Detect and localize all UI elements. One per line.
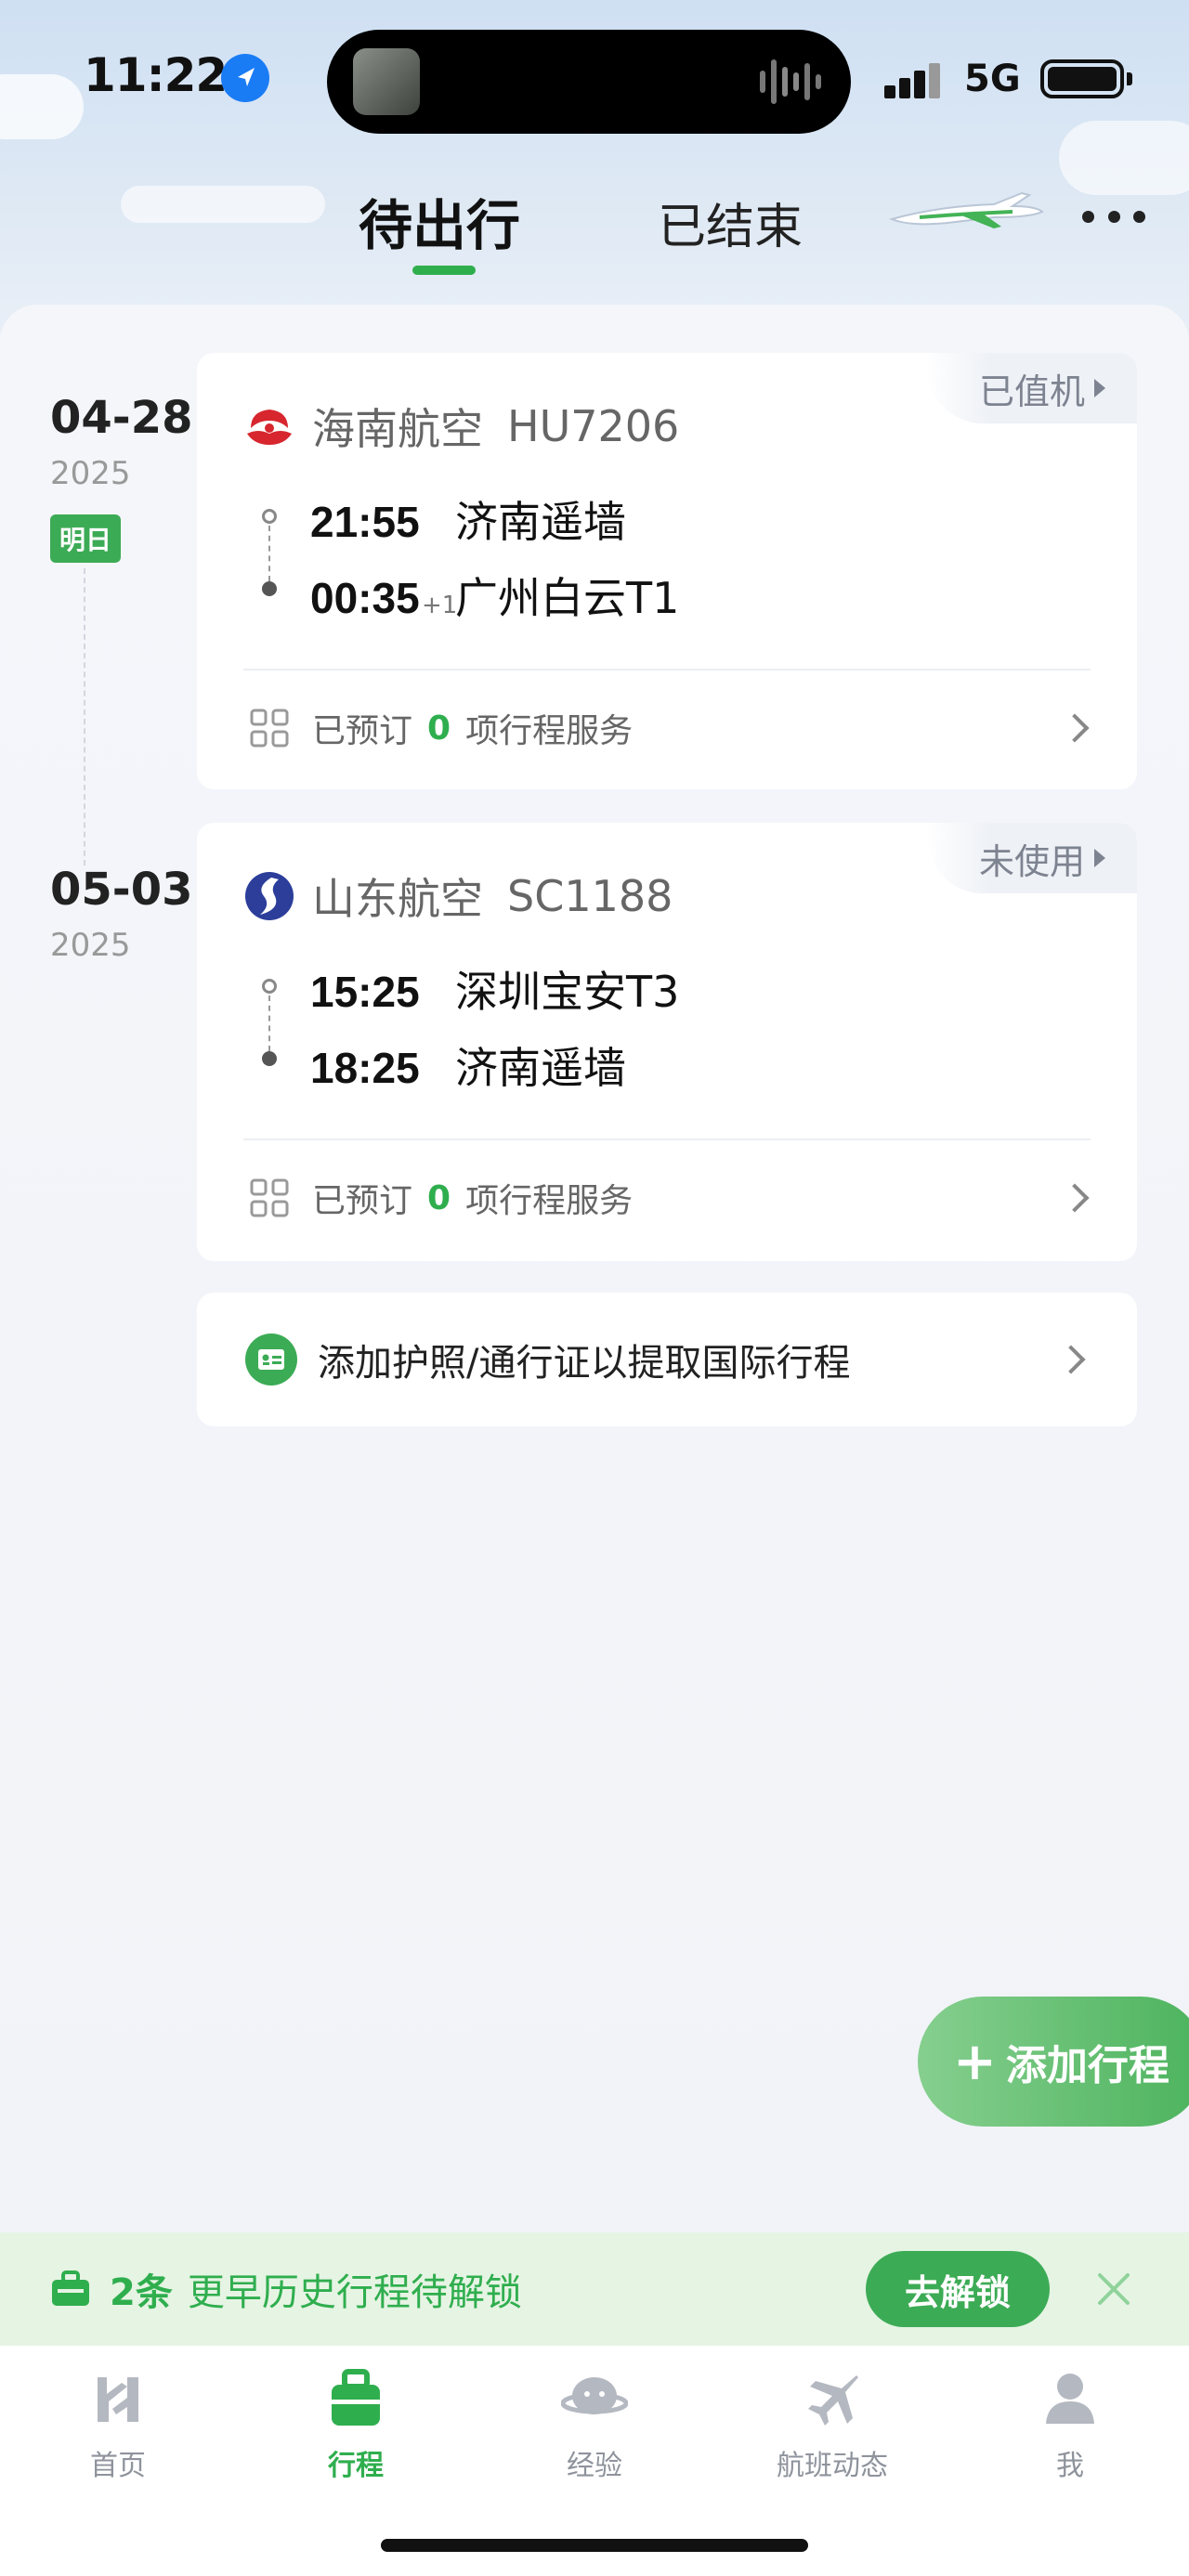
grid-icon — [250, 709, 289, 748]
trip-services-row[interactable]: 已预订 0 项行程服务 — [249, 704, 1090, 752]
signal-icon — [884, 63, 940, 98]
id-card-icon — [245, 1334, 297, 1386]
unlock-button[interactable]: 去解锁 — [866, 2251, 1050, 2327]
airline-row: 山东航空 SC1188 — [243, 865, 673, 927]
airplane-icon — [808, 2375, 858, 2426]
audio-wave-icon — [760, 59, 821, 104]
chevron-right-icon — [1060, 713, 1090, 743]
caret-right-icon — [1094, 849, 1105, 867]
add-passport-card[interactable]: 添加护照/通行证以提取国际行程 — [197, 1293, 1137, 1426]
route-connector — [260, 509, 279, 602]
unlock-text: 更早历史行程待解锁 — [187, 2271, 522, 2314]
grid-icon — [250, 1178, 289, 1217]
airline-name: 海南航空 — [312, 404, 483, 454]
tab-upcoming[interactable]: 待出行 — [359, 182, 520, 260]
usage-status-badge[interactable]: 未使用 — [926, 823, 1137, 893]
nav-home[interactable]: 首页 — [25, 2366, 211, 2483]
chat-bubble-icon — [561, 2377, 628, 2414]
cloud-decoration — [1059, 121, 1189, 195]
unlock-count: 2条 — [110, 2271, 173, 2314]
trip-services-row[interactable]: 已预订 0 项行程服务 — [249, 1174, 1090, 1222]
departure-leg: 21:55 济南遥墙 — [310, 488, 626, 550]
chevron-right-icon — [1060, 1183, 1090, 1213]
flight-number: SC1188 — [507, 871, 673, 921]
services-count: 0 — [427, 709, 451, 748]
dynamic-island[interactable] — [327, 30, 851, 134]
trip-card[interactable]: 已值机 海南航空 HU7206 21:55 济南遥墙 00:35 +1 广州白云… — [197, 353, 1137, 789]
hainan-airlines-logo-icon — [247, 410, 292, 445]
network-type: 5G — [964, 58, 1021, 100]
status-time: 11:22 — [84, 48, 228, 102]
close-icon[interactable] — [1094, 2270, 1133, 2309]
nav-label: 我 — [1056, 2450, 1084, 2482]
nav-experience[interactable]: 经验 — [502, 2366, 687, 2483]
timeline-line — [84, 568, 85, 865]
cloud-decoration — [121, 186, 325, 223]
nav-label: 行程 — [328, 2450, 384, 2482]
services-count: 0 — [427, 1178, 451, 1217]
departure-airport: 深圳宝安T3 — [455, 967, 680, 1017]
add-trip-button[interactable]: + 添加行程 — [918, 1997, 1189, 2127]
more-menu-button[interactable] — [1082, 202, 1145, 230]
arrival-time: 18:25 — [310, 1044, 420, 1092]
arrival-airport: 广州白云T1 — [455, 573, 680, 623]
tab-ended[interactable]: 已结束 — [658, 188, 803, 257]
airline-row: 海南航空 HU7206 — [243, 396, 679, 457]
arrival-leg: 18:25 济南遥墙 — [310, 1034, 626, 1096]
departure-time: 21:55 — [310, 498, 420, 546]
nav-flight-status[interactable]: 航班动态 — [739, 2366, 925, 2483]
card-divider — [243, 1138, 1091, 1140]
battery-cap — [1127, 72, 1132, 85]
unlock-history-banner: 2条 更早历史行程待解锁 去解锁 — [0, 2232, 1189, 2346]
chevron-right-icon — [1056, 1345, 1086, 1374]
location-arrow-icon — [221, 54, 269, 102]
battery-icon — [1040, 59, 1124, 98]
departure-airport: 济南遥墙 — [455, 497, 626, 547]
route-connector — [260, 979, 279, 1072]
trip-year: 2025 — [50, 455, 131, 492]
airline-name: 山东航空 — [312, 874, 483, 924]
services-prefix: 已预订 — [312, 1182, 413, 1220]
home-icon — [98, 2377, 138, 2422]
plus-icon: + — [953, 2031, 997, 2092]
trip-card[interactable]: 未使用 山东航空 SC1188 15:25 深圳宝安T3 18:25 济南遥墙 … — [197, 823, 1137, 1261]
status-label: 未使用 — [978, 840, 1085, 882]
user-icon — [1046, 2374, 1094, 2424]
nav-label: 航班动态 — [777, 2450, 888, 2482]
media-thumbnail — [353, 48, 420, 115]
cloud-decoration — [0, 74, 84, 139]
flight-number: HU7206 — [507, 401, 680, 451]
caret-right-icon — [1094, 379, 1105, 397]
tab-active-indicator — [412, 266, 476, 275]
arrival-leg: 00:35 +1 广州白云T1 — [310, 565, 679, 626]
trip-date: 04-28 — [50, 392, 193, 444]
home-indicator — [381, 2539, 808, 2552]
trip-year: 2025 — [50, 927, 131, 964]
passport-prompt-text: 添加护照/通行证以提取国际行程 — [318, 1342, 851, 1385]
services-suffix: 项行程服务 — [465, 1182, 634, 1220]
nav-trips[interactable]: 行程 — [263, 2366, 449, 2483]
services-prefix: 已预订 — [312, 712, 413, 750]
nav-label: 首页 — [90, 2450, 146, 2482]
trip-date: 05-03 — [50, 864, 193, 916]
luggage-icon — [332, 2369, 380, 2426]
departure-leg: 15:25 深圳宝安T3 — [310, 958, 679, 1020]
nav-me[interactable]: 我 — [977, 2366, 1163, 2483]
status-label: 已值机 — [978, 371, 1085, 412]
tomorrow-badge: 明日 — [50, 514, 122, 563]
services-suffix: 项行程服务 — [465, 712, 634, 750]
add-trip-label: 添加行程 — [1005, 2042, 1169, 2089]
nav-label: 经验 — [567, 2450, 622, 2482]
checkin-status-badge[interactable]: 已值机 — [926, 353, 1137, 423]
arrival-airport: 济南遥墙 — [455, 1043, 626, 1093]
departure-time: 15:25 — [310, 968, 420, 1016]
card-divider — [243, 669, 1091, 670]
shandong-airlines-logo-icon — [245, 872, 294, 920]
luggage-icon — [52, 2270, 89, 2306]
next-day-marker: +1 — [422, 592, 458, 619]
airplane-decoration-icon — [888, 191, 1044, 228]
